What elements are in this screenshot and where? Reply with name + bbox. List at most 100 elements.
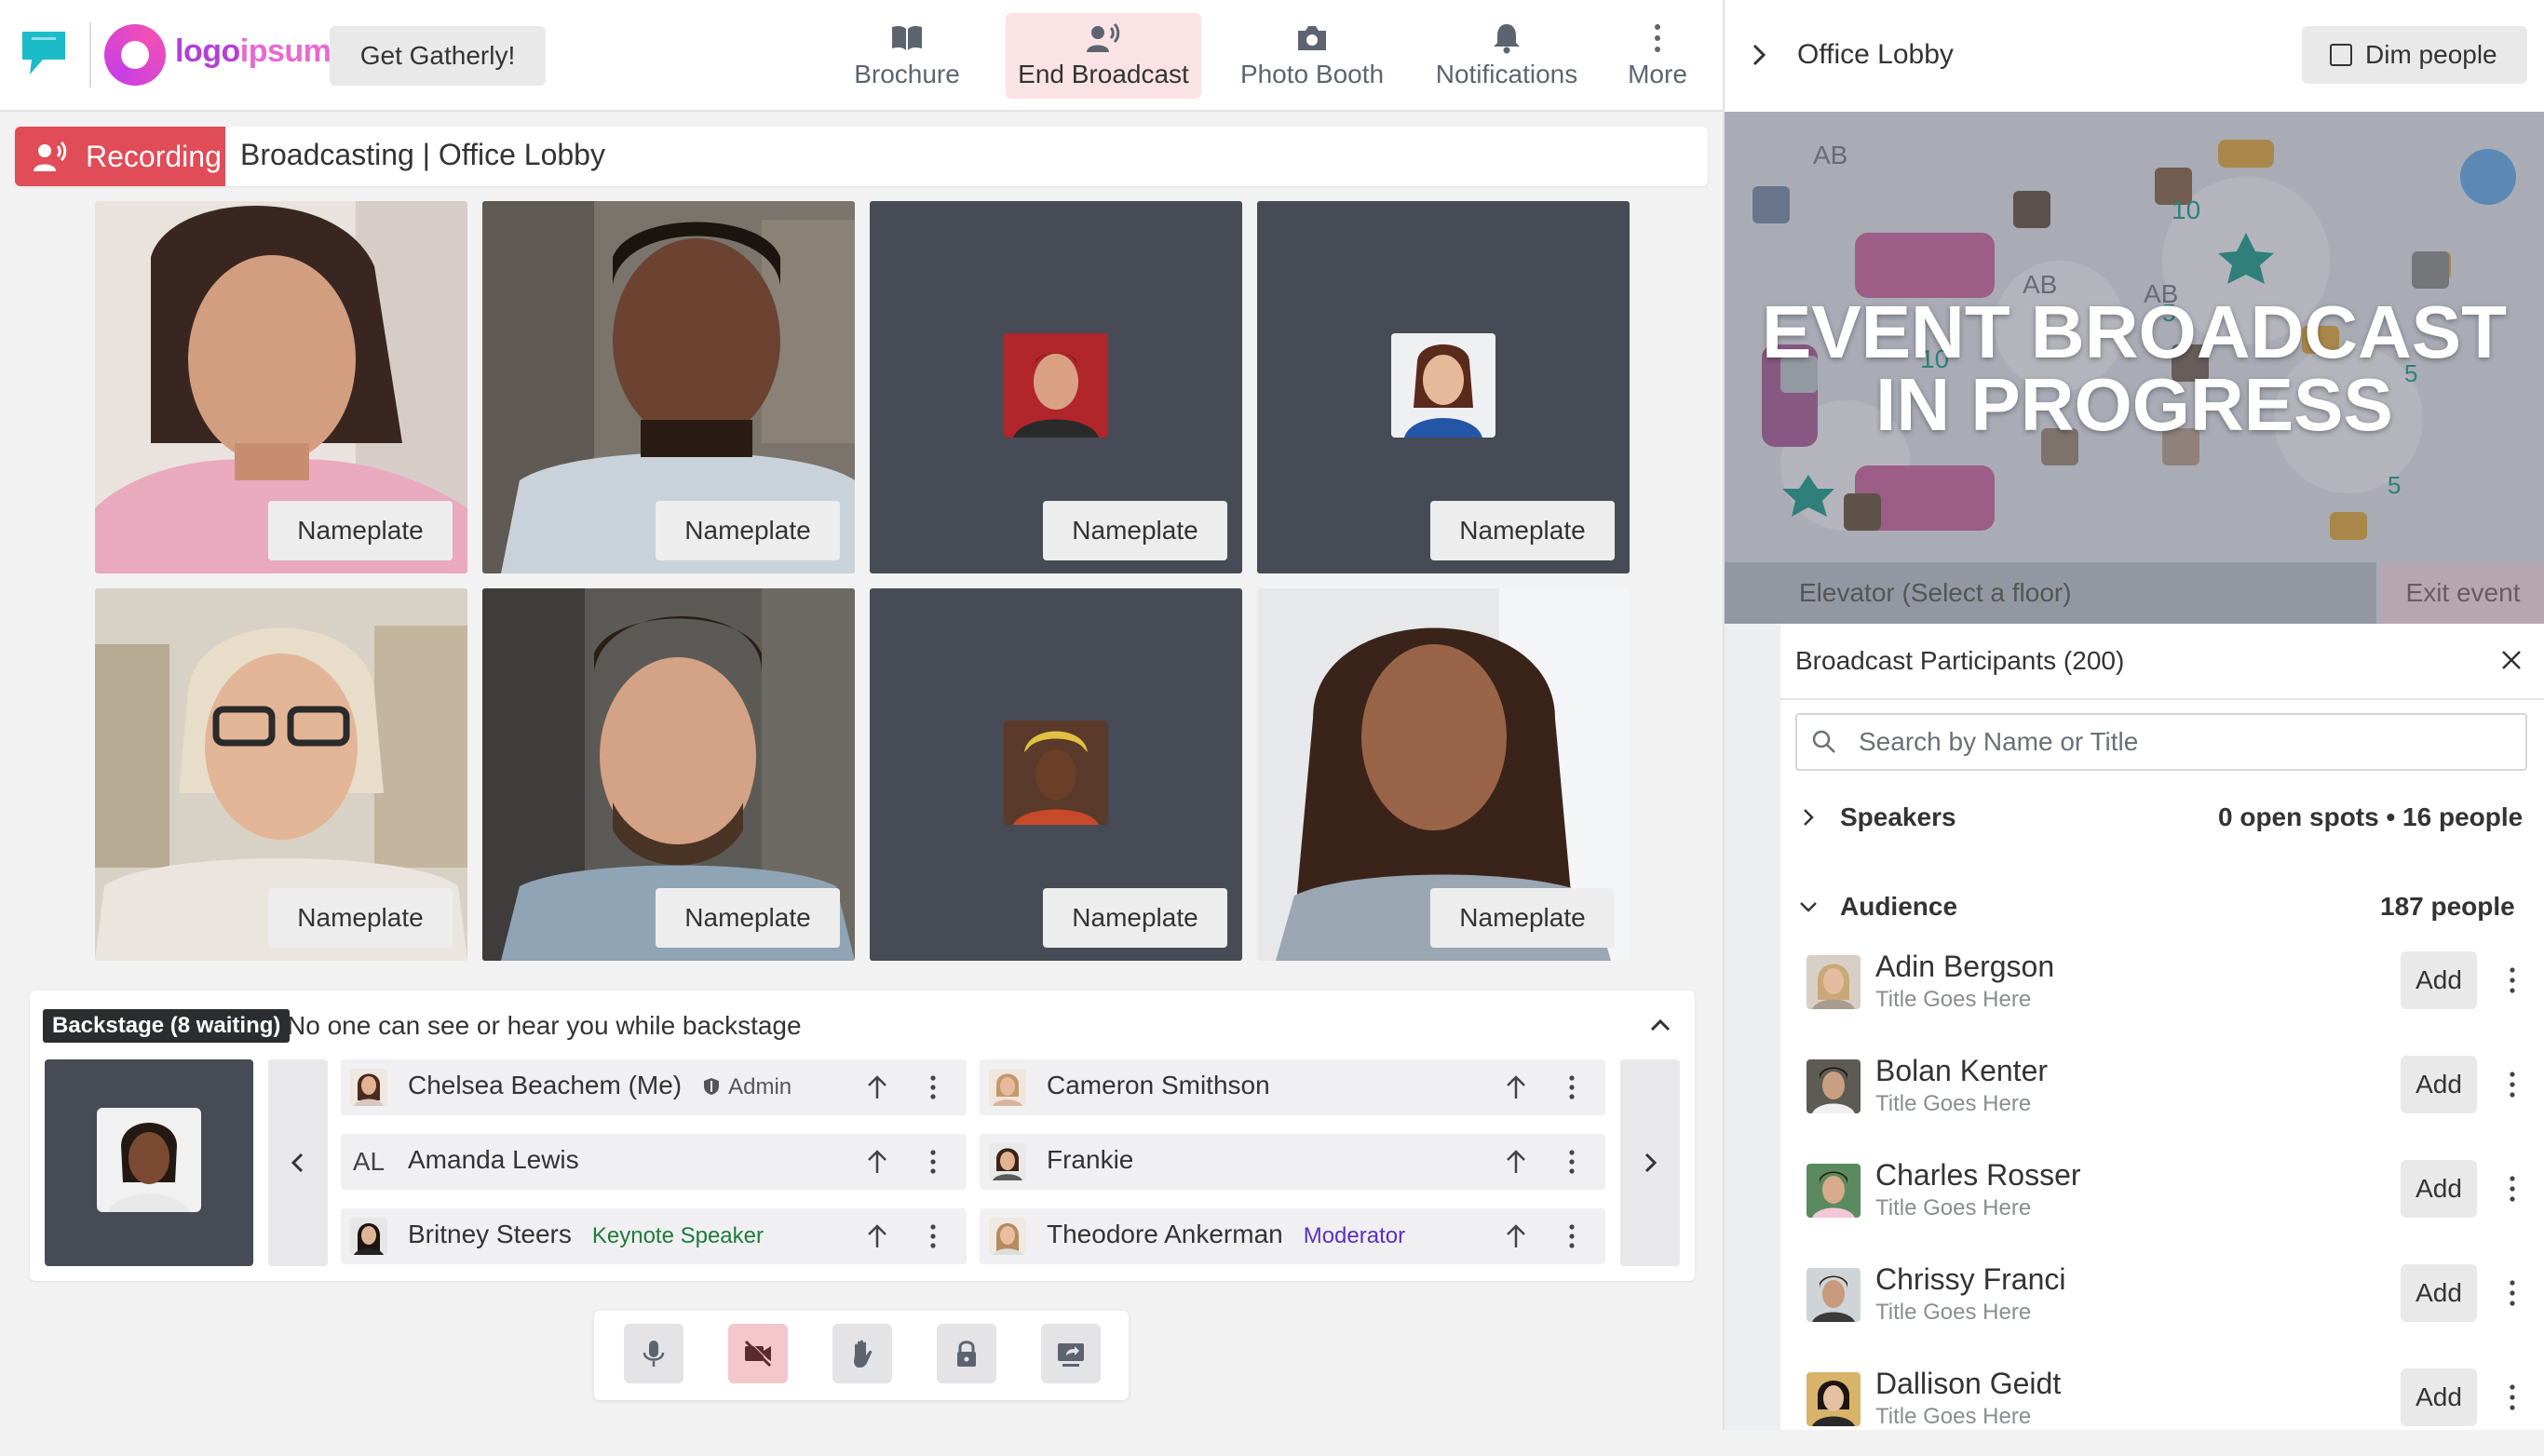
share-screen-button[interactable]: [1041, 1324, 1101, 1383]
microphone-button[interactable]: [624, 1324, 683, 1383]
end-broadcast-button[interactable]: End Broadcast: [1006, 13, 1201, 99]
video-tile[interactable]: Nameplate: [870, 201, 1242, 573]
video-tile[interactable]: Nameplate: [95, 201, 467, 573]
backstage-person-row[interactable]: Cameron Smithson: [980, 1059, 1605, 1115]
backstage-message: No one can see or hear you while backsta…: [287, 1011, 802, 1040]
dim-people-toggle[interactable]: Dim people: [2302, 26, 2527, 84]
chevron-right-icon[interactable]: [1745, 41, 1773, 69]
raise-hand-button[interactable]: [832, 1324, 892, 1383]
recording-label: Recording: [86, 139, 222, 173]
nav-notifications-label: Notifications: [1435, 60, 1578, 88]
chevron-right-icon[interactable]: [1797, 806, 1820, 829]
audience-row: Bolan Kenter Title Goes Here Add: [1780, 1050, 2544, 1143]
person-name: Frankie: [1047, 1145, 1134, 1174]
more-vertical-icon: [1655, 24, 1660, 52]
chevron-down-icon[interactable]: [1797, 896, 1820, 918]
brand-logo-text: logoipsum: [175, 34, 332, 69]
brand-logo-mark: [104, 24, 166, 86]
chat-logo-icon: [22, 32, 65, 74]
microphone-icon: [643, 1341, 665, 1367]
backstage-next-button[interactable]: [1620, 1059, 1680, 1266]
more-vertical-icon[interactable]: [2503, 1277, 2522, 1309]
hand-icon: [854, 1340, 873, 1368]
backstage-self-preview: [45, 1059, 253, 1266]
more-vertical-icon[interactable]: [924, 1072, 942, 1102]
underlying-panel-edge: [1725, 624, 1780, 1430]
chevron-up-icon[interactable]: [1646, 1011, 1674, 1039]
more-vertical-icon[interactable]: [1563, 1221, 1581, 1251]
bell-icon: [1494, 24, 1520, 54]
avatar: [989, 1069, 1026, 1106]
add-speaker-button[interactable]: Add: [2401, 1368, 2477, 1426]
more-vertical-icon[interactable]: [1563, 1147, 1581, 1177]
avatar: [1004, 721, 1108, 825]
arrow-up-icon[interactable]: [862, 1072, 892, 1102]
camera-toggle-button[interactable]: [728, 1324, 788, 1383]
more-vertical-icon[interactable]: [2503, 1069, 2522, 1100]
audience-row: Charles Rosser Title Goes Here Add: [1780, 1154, 2544, 1247]
room-name: Office Lobby: [1797, 39, 1954, 70]
video-tile[interactable]: Nameplate: [1257, 588, 1630, 961]
nav-photo-booth-label: Photo Booth: [1239, 60, 1385, 88]
search-input[interactable]: [1795, 713, 2527, 771]
close-icon[interactable]: [2499, 648, 2524, 672]
get-gatherly-button[interactable]: Get Gatherly!: [330, 26, 546, 86]
more-vertical-icon[interactable]: [2503, 1382, 2522, 1413]
audience-count: 187 people: [2380, 892, 2515, 921]
person-name: Bolan Kenter: [1875, 1054, 2049, 1087]
backstage-person-row[interactable]: Britney Steers Keynote Speaker: [341, 1208, 967, 1264]
exit-event-button[interactable]: Exit event: [2382, 562, 2544, 624]
person-title: Title Goes Here: [1875, 987, 2032, 1012]
elevator-button[interactable]: Elevator (Select a floor): [1725, 562, 2376, 624]
add-speaker-button[interactable]: Add: [2401, 1264, 2477, 1322]
nameplate: Nameplate: [1430, 501, 1615, 560]
person-title: Title Goes Here: [1875, 1195, 2032, 1220]
audience-section-toggle[interactable]: Audience: [1840, 892, 1957, 922]
more-vertical-icon[interactable]: [2503, 1173, 2522, 1205]
speakers-section-toggle[interactable]: Speakers: [1840, 802, 1956, 832]
book-icon: [892, 25, 922, 50]
video-tile[interactable]: Nameplate: [482, 588, 855, 961]
video-tile[interactable]: Nameplate: [1257, 201, 1630, 573]
backstage-prev-button[interactable]: [268, 1059, 328, 1266]
nav-more-button[interactable]: More: [1611, 13, 1704, 99]
nav-brochure-button[interactable]: Brochure: [832, 13, 981, 99]
nameplate: Nameplate: [1430, 888, 1615, 948]
lock-button[interactable]: [937, 1324, 996, 1383]
person-name: Britney Steers Keynote Speaker: [408, 1220, 764, 1248]
nav-notifications-button[interactable]: Notifications: [1421, 13, 1592, 99]
backstage-person-row[interactable]: Frankie: [980, 1134, 1605, 1190]
more-vertical-icon[interactable]: [1563, 1072, 1581, 1102]
add-speaker-button[interactable]: Add: [2401, 951, 2477, 1009]
arrow-up-icon[interactable]: [1501, 1221, 1531, 1251]
backstage-person-row[interactable]: Theodore Ankerman Moderator: [980, 1208, 1605, 1264]
avatar: [1807, 1059, 1861, 1113]
broadcast-person-icon: [1087, 22, 1120, 52]
arrow-up-icon[interactable]: [862, 1221, 892, 1251]
backstage-person-row[interactable]: AL Amanda Lewis: [341, 1134, 967, 1190]
person-name: Theodore Ankerman Moderator: [1047, 1220, 1406, 1248]
more-vertical-icon[interactable]: [924, 1147, 942, 1177]
add-speaker-button[interactable]: Add: [2401, 1160, 2477, 1218]
chevron-right-icon: [1644, 1153, 1658, 1173]
add-speaker-button[interactable]: Add: [2401, 1056, 2477, 1113]
nameplate: Nameplate: [656, 501, 840, 560]
arrow-up-icon[interactable]: [1501, 1072, 1531, 1102]
keynote-speaker-tag: Keynote Speaker: [591, 1223, 764, 1248]
backstage-person-row[interactable]: Chelsea Beachem (Me) Admin: [341, 1059, 967, 1115]
arrow-up-icon[interactable]: [862, 1147, 892, 1177]
video-tile[interactable]: Nameplate: [870, 588, 1242, 961]
share-screen-icon: [1058, 1343, 1084, 1367]
dim-people-label: Dim people: [2365, 40, 2497, 69]
nav-photo-booth-button[interactable]: Photo Booth: [1225, 13, 1399, 99]
audience-row: Dallison Geidt Title Goes Here Add: [1780, 1363, 2544, 1456]
video-tile[interactable]: Nameplate: [482, 201, 855, 573]
nameplate: Nameplate: [1043, 501, 1227, 560]
more-vertical-icon[interactable]: [2503, 964, 2522, 996]
nav-brochure-label: Brochure: [854, 60, 960, 88]
video-tile[interactable]: Nameplate: [95, 588, 467, 961]
more-vertical-icon[interactable]: [924, 1221, 942, 1251]
chevron-left-icon: [291, 1153, 304, 1173]
person-name: Chelsea Beachem (Me) Admin: [408, 1071, 792, 1099]
arrow-up-icon[interactable]: [1501, 1147, 1531, 1177]
